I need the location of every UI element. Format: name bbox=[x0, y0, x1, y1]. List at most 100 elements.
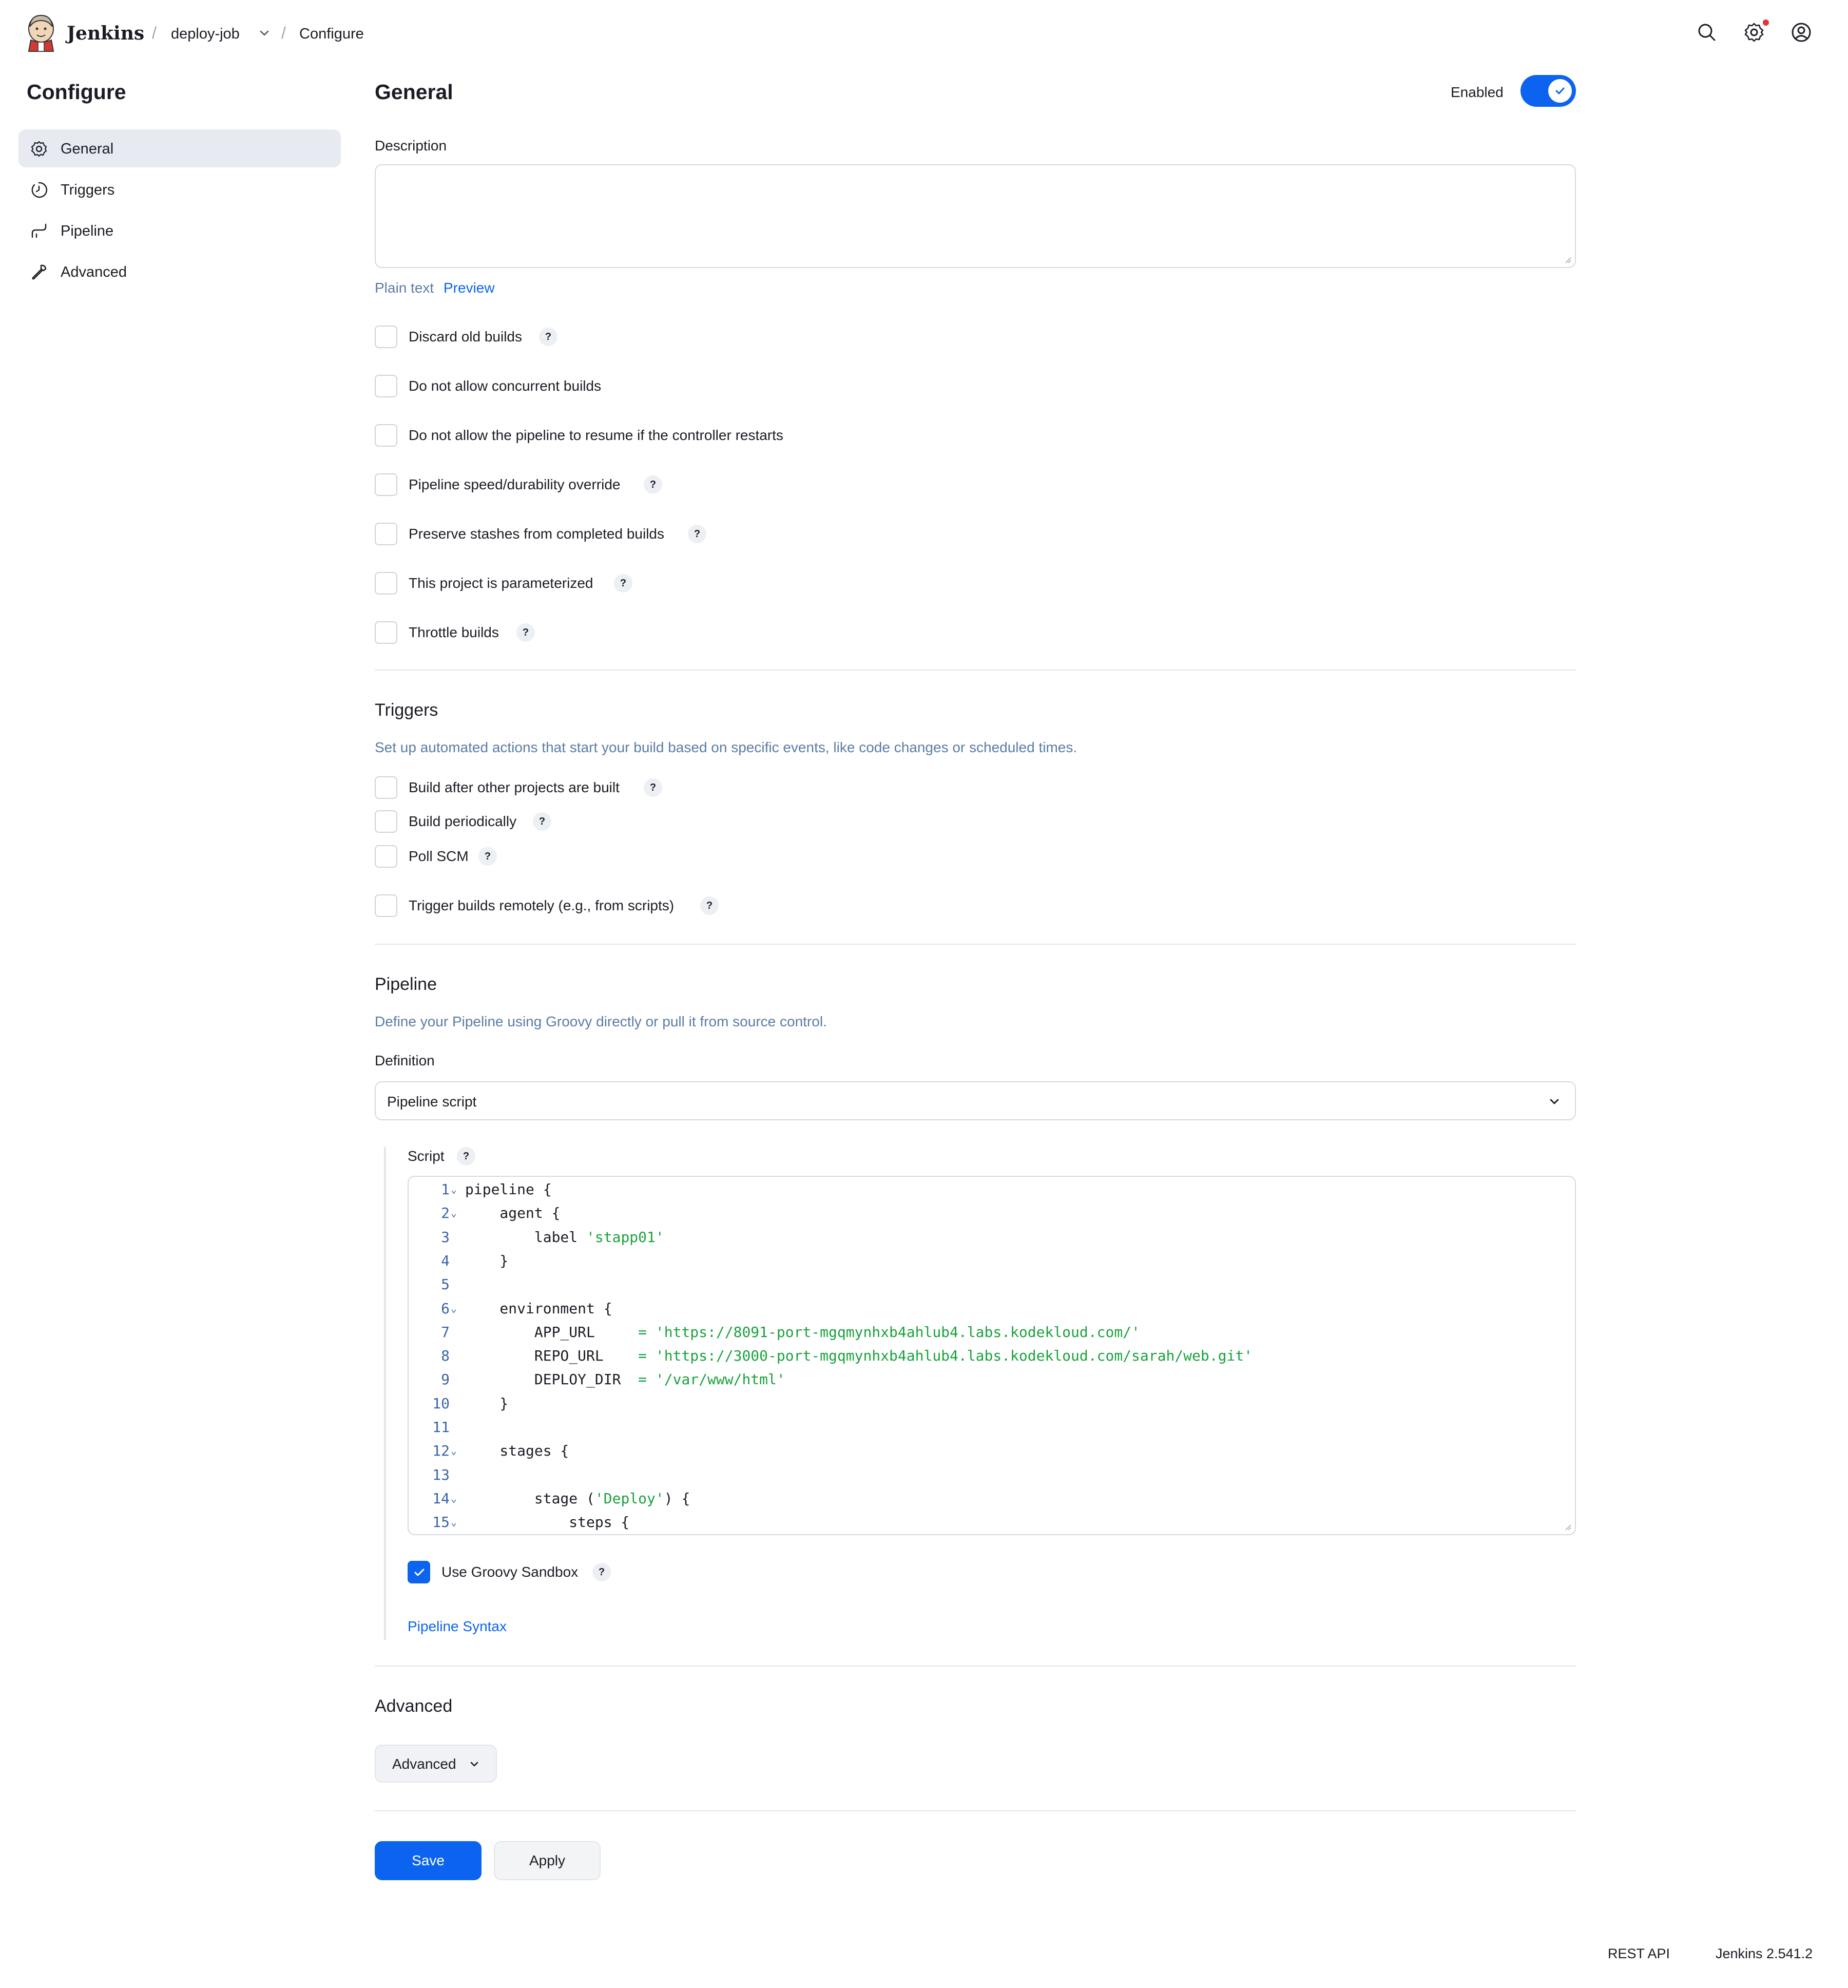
code-line: 9 DEPLOY_DIR = '/var/www/html' bbox=[409, 1371, 1574, 1394]
fold-chevron-icon[interactable]: ⌄ bbox=[451, 1302, 457, 1314]
checkbox[interactable] bbox=[375, 621, 397, 644]
checkbox-label: Trigger builds remotely (e.g., from scri… bbox=[409, 897, 675, 913]
code-line: 2 ⌄ agent { bbox=[409, 1205, 1574, 1228]
save-button-label: Save bbox=[412, 1852, 445, 1868]
code-text: steps { bbox=[465, 1514, 630, 1531]
chevron-down-icon[interactable] bbox=[257, 26, 272, 41]
code-line: 8 REPO_URL = 'https://3000-port-mgqmynhx… bbox=[409, 1347, 1574, 1371]
breadcrumb-separator: / bbox=[152, 24, 157, 42]
line-number: 12 bbox=[432, 1442, 450, 1460]
checkbox[interactable] bbox=[375, 375, 397, 397]
line-number: 13 bbox=[432, 1466, 450, 1483]
fold-chevron-icon[interactable]: ⌄ bbox=[451, 1444, 457, 1457]
line-number: 7 bbox=[441, 1323, 450, 1341]
save-button[interactable]: Save bbox=[375, 1841, 482, 1880]
pipeline-syntax-link[interactable]: Pipeline Syntax bbox=[408, 1618, 507, 1635]
checkbox[interactable] bbox=[375, 424, 397, 447]
sidebar-item-general[interactable]: General bbox=[18, 129, 341, 167]
fold-chevron-icon[interactable]: ⌄ bbox=[451, 1516, 457, 1528]
advanced-dropdown-button[interactable]: Advanced bbox=[375, 1745, 497, 1783]
code-operator: = bbox=[638, 1323, 656, 1341]
sidebar-item-triggers[interactable]: Triggers bbox=[18, 170, 341, 208]
nested-section-bar bbox=[384, 1147, 386, 1640]
checkbox-label: Pipeline speed/durability override bbox=[409, 476, 621, 492]
help-icon[interactable]: ? bbox=[700, 896, 719, 915]
section-divider bbox=[375, 1810, 1576, 1811]
code-string: 'stapp01' bbox=[586, 1228, 664, 1246]
line-number: 10 bbox=[432, 1394, 450, 1412]
rest-api-link[interactable]: REST API bbox=[1608, 1946, 1670, 1962]
code-line: 10 } bbox=[409, 1395, 1574, 1419]
line-number: 8 bbox=[441, 1347, 450, 1365]
wrench-icon bbox=[32, 264, 47, 280]
checkbox[interactable] bbox=[375, 523, 397, 545]
help-icon[interactable]: ? bbox=[614, 574, 632, 592]
sidebar-title: Configure bbox=[27, 80, 126, 104]
fold-chevron-icon[interactable]: ⌄ bbox=[451, 1183, 457, 1195]
breadcrumb-job[interactable]: deploy-job bbox=[171, 26, 240, 43]
checkbox[interactable] bbox=[375, 845, 397, 868]
code-text: stages { bbox=[465, 1442, 569, 1460]
help-icon[interactable]: ? bbox=[644, 475, 662, 494]
preview-link[interactable]: Preview bbox=[444, 280, 495, 296]
help-icon[interactable]: ? bbox=[539, 328, 557, 346]
help-icon[interactable]: ? bbox=[516, 623, 535, 642]
brand-name[interactable]: Jenkins bbox=[67, 23, 144, 44]
code-operator: = bbox=[638, 1371, 656, 1388]
user-avatar-icon[interactable] bbox=[1789, 21, 1813, 44]
checkbox[interactable] bbox=[375, 326, 397, 348]
search-icon[interactable] bbox=[1695, 21, 1719, 44]
sidebar-item-pipeline[interactable]: Pipeline bbox=[18, 212, 341, 250]
checkbox-label: Poll SCM bbox=[409, 848, 469, 864]
help-icon[interactable]: ? bbox=[457, 1147, 475, 1165]
help-icon[interactable]: ? bbox=[688, 525, 706, 543]
fold-chevron-icon[interactable]: ⌄ bbox=[451, 1492, 457, 1504]
sidebar-item-advanced[interactable]: Advanced bbox=[18, 253, 341, 291]
code-text: APP_URL = 'https://8091-port-mgqmynhxb4a… bbox=[465, 1323, 1140, 1341]
pipeline-icon bbox=[31, 223, 47, 238]
code-line: 6 ⌄ environment { bbox=[409, 1300, 1574, 1324]
help-icon[interactable]: ? bbox=[592, 1563, 611, 1581]
checkbox[interactable] bbox=[375, 572, 397, 595]
resize-handle-icon[interactable] bbox=[1564, 1523, 1572, 1531]
section-title-triggers: Triggers bbox=[375, 700, 438, 720]
code-text: DEPLOY_DIR = '/var/www/html' bbox=[465, 1371, 785, 1388]
code-text: stage ('Deploy') { bbox=[465, 1489, 690, 1507]
help-icon[interactable]: ? bbox=[533, 812, 551, 831]
help-icon[interactable]: ? bbox=[478, 847, 497, 866]
definition-select[interactable]: Pipeline script bbox=[375, 1081, 1576, 1120]
gear-icon[interactable] bbox=[1742, 21, 1766, 44]
notification-dot bbox=[1763, 20, 1769, 26]
script-label: Script bbox=[408, 1148, 445, 1164]
fold-chevron-icon[interactable]: ⌄ bbox=[451, 1207, 457, 1219]
advanced-button-label: Advanced bbox=[392, 1756, 456, 1772]
checkbox[interactable] bbox=[408, 1561, 430, 1583]
help-icon[interactable]: ? bbox=[644, 778, 662, 797]
section-title-pipeline: Pipeline bbox=[375, 974, 437, 994]
section-title-general: General bbox=[375, 80, 453, 104]
definition-label: Definition bbox=[375, 1053, 435, 1068]
sidebar-item-label: Triggers bbox=[61, 182, 115, 198]
code-text: REPO_URL = 'https://3000-port-mgqmynhxb4… bbox=[465, 1347, 1253, 1365]
line-number: 6 bbox=[441, 1299, 450, 1317]
checkbox[interactable] bbox=[375, 776, 397, 799]
check-icon bbox=[414, 1569, 425, 1576]
description-textarea[interactable] bbox=[375, 164, 1576, 268]
code-text: label 'stapp01' bbox=[465, 1228, 664, 1246]
code-tail: ) { bbox=[664, 1489, 690, 1507]
code-string: '/var/www/html' bbox=[655, 1371, 785, 1388]
enabled-label: Enabled bbox=[1451, 84, 1504, 100]
checkbox[interactable] bbox=[375, 810, 397, 833]
pipeline-description: Define your Pipeline using Groovy direct… bbox=[375, 1014, 827, 1029]
checkbox[interactable] bbox=[375, 473, 397, 496]
jenkins-logo[interactable] bbox=[26, 13, 56, 52]
jenkins-version-link[interactable]: Jenkins 2.541.2 bbox=[1716, 1946, 1813, 1962]
breadcrumb-configure[interactable]: Configure bbox=[299, 26, 364, 43]
resize-handle-icon[interactable] bbox=[1564, 256, 1572, 264]
enabled-toggle[interactable] bbox=[1520, 75, 1576, 107]
section-divider bbox=[375, 670, 1576, 671]
script-editor[interactable]: 1 ⌄ pipeline {2 ⌄ agent {3 label 'stapp01' 4… bbox=[408, 1176, 1576, 1535]
line-number: 11 bbox=[432, 1419, 450, 1436]
checkbox[interactable] bbox=[375, 894, 397, 917]
apply-button[interactable]: Apply bbox=[494, 1841, 601, 1880]
